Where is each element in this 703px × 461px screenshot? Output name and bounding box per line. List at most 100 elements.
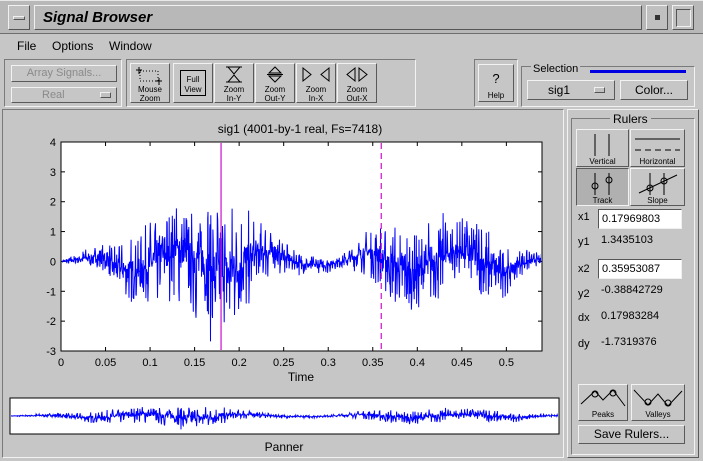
track-button[interactable]: Track <box>576 168 629 206</box>
help-button[interactable]: ? Help <box>478 64 514 102</box>
zoom-out-x-icon <box>346 66 368 83</box>
zoom-out-x-label-1: Zoom <box>346 85 368 94</box>
vertical-ruler-button[interactable]: Vertical <box>576 129 629 167</box>
dropdown-arrow-icon <box>594 87 605 93</box>
x-tick-label: 0.35 <box>362 357 383 369</box>
menu-options[interactable]: Options <box>52 39 93 53</box>
x-tick-label: 0.2 <box>231 357 246 369</box>
plot-title: sig1 (4001-by-1 real, Fs=7418) <box>218 122 382 136</box>
selection-color-swatch <box>590 70 686 73</box>
zoom-in-y-button[interactable]: Zoom In-Y <box>214 63 254 103</box>
x-tick-label: 0.5 <box>499 357 514 369</box>
horizontal-label: Horizontal <box>639 157 676 166</box>
signal-dropdown[interactable]: sig1 <box>527 80 615 100</box>
dropdown-arrow-icon <box>100 92 111 98</box>
dx-label: dx <box>578 312 590 324</box>
zoom-in-x-label-2: In-X <box>308 94 324 103</box>
x1-label: x1 <box>578 211 590 223</box>
y-tick-label: -1 <box>46 286 56 298</box>
zoom-in-y-label-2: In-Y <box>226 94 242 103</box>
signal-dropdown-value: sig1 <box>548 83 571 97</box>
window-menu-button[interactable] <box>8 5 30 30</box>
help-group: ? Help <box>474 59 518 107</box>
minimize-button[interactable] <box>646 5 668 30</box>
valleys-button[interactable]: Valleys <box>631 384 685 421</box>
dy-value: -1.7319376 <box>601 336 657 348</box>
title-area[interactable]: Signal Browser <box>34 5 642 30</box>
mouse-zoom-label-2: Zoom <box>139 94 161 103</box>
valleys-label: Valleys <box>645 410 671 419</box>
minimize-icon <box>655 15 660 20</box>
x-tick-label: 0.4 <box>410 357 425 369</box>
menu-file[interactable]: File <box>17 39 36 53</box>
y-tick-label: 4 <box>50 137 56 149</box>
zoom-in-x-icon <box>302 66 330 83</box>
mouse-zoom-icon <box>136 67 162 85</box>
y-tick-label: 2 <box>50 197 56 209</box>
y-tick-label: -3 <box>46 346 56 358</box>
slope-button[interactable]: Slope <box>630 168 685 206</box>
full-view-label-1: Full <box>186 75 200 84</box>
full-view-label-2: View <box>184 85 202 94</box>
title-bar: Signal Browser <box>0 0 703 34</box>
x-tick-label: 0 <box>58 357 64 369</box>
signal-array-group: Array Signals... Real <box>4 59 122 107</box>
zoom-in-y-label-1: Zoom <box>223 85 245 94</box>
zoom-out-y-label-1: Zoom <box>264 85 286 94</box>
dx-value: 0.17983284 <box>601 310 660 322</box>
zoom-in-x-label-1: Zoom <box>305 85 327 94</box>
x-tick-label: 0.45 <box>451 357 472 369</box>
x-tick-label: 0.25 <box>273 357 294 369</box>
y-tick-label: 1 <box>50 227 56 239</box>
vertical-rulers-icon <box>594 134 610 156</box>
x2-label: x2 <box>578 263 590 275</box>
plot-area: sig1 (4001-by-1 real, Fs=7418) 0 0.05 0.1 0… <box>9 122 560 454</box>
complex-mode-dropdown[interactable]: Real <box>11 87 117 103</box>
rulers-panel: Rulers Vertical Horizontal Track Slope x… <box>567 109 699 458</box>
peaks-button[interactable]: Peaks <box>578 384 628 421</box>
menu-window[interactable]: Window <box>109 39 152 53</box>
y1-value: 1.3435103 <box>601 234 653 246</box>
vertical-label: Vertical <box>589 157 616 166</box>
y-tick-label: -2 <box>46 316 56 328</box>
y1-label: y1 <box>578 236 590 248</box>
window-title: Signal Browser <box>43 9 153 26</box>
mouse-zoom-label-1: Mouse <box>137 85 162 94</box>
mouse-zoom-button[interactable]: Mouse Zoom <box>130 63 170 103</box>
x-tick-label: 0.3 <box>321 357 336 369</box>
zoom-in-x-button[interactable]: Zoom In-X <box>296 63 336 103</box>
horizontal-ruler-button[interactable]: Horizontal <box>630 129 685 167</box>
x2-input[interactable]: 0.35953087 <box>598 259 682 279</box>
valleys-icon <box>633 389 683 407</box>
slope-label: Slope <box>647 196 668 205</box>
peaks-icon <box>580 389 626 407</box>
help-label: Help <box>487 91 505 100</box>
peaks-label: Peaks <box>591 410 615 419</box>
y2-label: y2 <box>578 288 590 300</box>
zoom-out-y-label-2: Out-Y <box>264 94 286 103</box>
maximize-icon <box>676 9 691 27</box>
save-rulers-button[interactable]: Save Rulers... <box>578 425 685 444</box>
menu-bar: File Options Window <box>0 34 703 58</box>
x-axis-label: Time <box>288 370 315 384</box>
selection-group: Selection sig1 Color... <box>521 63 695 107</box>
y-tick-label: 0 <box>50 256 56 268</box>
zoom-out-x-button[interactable]: Zoom Out-X <box>337 63 377 103</box>
array-signals-button[interactable]: Array Signals... <box>11 65 117 82</box>
zoom-out-x-label-2: Out-X <box>346 94 368 103</box>
panner-label: Panner <box>265 440 304 454</box>
track-label: Track <box>592 196 613 205</box>
zoom-out-y-icon <box>267 66 283 83</box>
full-view-button[interactable]: Full View <box>173 63 213 103</box>
dy-label: dy <box>578 338 590 350</box>
rulers-title: Rulers <box>610 112 651 126</box>
selection-label: Selection <box>531 63 581 75</box>
color-button[interactable]: Color... <box>620 80 688 100</box>
help-icon: ? <box>492 71 500 86</box>
window-menu-icon <box>13 16 25 20</box>
y-tick-label: 3 <box>50 167 56 179</box>
zoom-out-y-button[interactable]: Zoom Out-Y <box>255 63 295 103</box>
x-tick-label: 0.05 <box>95 357 116 369</box>
x1-input[interactable]: 0.17969803 <box>598 209 682 229</box>
maximize-button[interactable] <box>672 5 694 30</box>
